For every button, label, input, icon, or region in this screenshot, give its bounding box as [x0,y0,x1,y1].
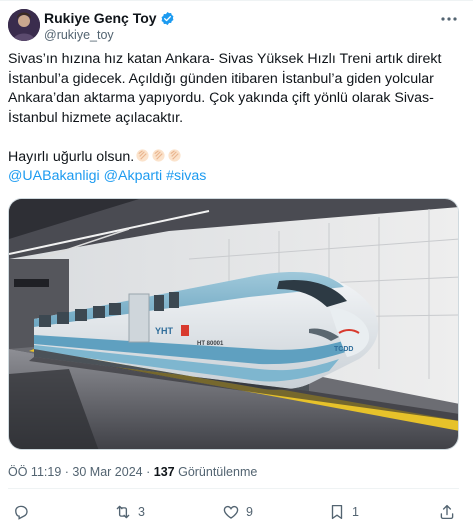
retweet-count: 3 [138,505,145,519]
mention-link[interactable]: @Akparti [104,168,163,184]
tweet-text-line: Sivas’ın hızına hız katan Ankara- Sivas … [8,51,442,67]
clap-emoji-icon [152,148,165,162]
tweet-text-line: İstanbul’a gidecek. Açıldığı günden itib… [8,70,434,87]
tweet-card[interactable]: Rukiye Genç Toy @rukiye_toy Sivas’ın hız… [0,0,473,531]
bookmark-count: 1 [352,505,359,519]
clap-emoji-icon [136,148,149,162]
tweet-media-image[interactable]: YHT HT 80001 TCDD [8,198,459,450]
views-count: 137 [153,465,175,479]
train-yht-label: YHT [155,326,174,336]
divider [8,488,459,489]
heart-icon [223,505,239,519]
retweet-button[interactable]: 3 [114,501,145,523]
reply-icon [15,505,28,520]
mention-link[interactable]: @UABakanligi [8,168,100,184]
retweet-icon [116,505,130,519]
share-icon [440,504,454,520]
tweet-text-line: Ankara’dan aktarma yapıyordu. Çok yakınd… [8,90,434,106]
bookmark-icon [331,504,343,520]
tweet-text-line: Hayırlı uğurlu olsun. [8,148,458,168]
more-options-icon[interactable] [439,10,459,28]
hashtag-link[interactable]: #sivas [166,168,206,184]
author-name[interactable]: Rukiye Genç Toy [44,10,157,26]
tweet-text-line: İstanbul hizmete açılacaktır. [8,109,184,126]
action-bar: 3 9 1 [0,501,473,525]
train-number-label: HT 80001 [197,341,224,347]
tweet-time[interactable]: ÖÖ 11:19 [8,465,61,479]
reply-button[interactable] [12,501,30,523]
author-handle[interactable]: @rukiye_toy [44,28,114,42]
tweet-meta: ÖÖ 11:19 · 30 Mar 2024 · 137 Görüntülenm… [8,465,257,479]
bookmark-button[interactable]: 1 [328,501,359,523]
like-count: 9 [246,505,253,519]
tweet-closing-text: Hayırlı uğurlu olsun. [8,148,135,165]
tweet-date[interactable]: 30 Mar 2024 [72,465,142,479]
avatar[interactable] [8,9,40,41]
like-button[interactable]: 9 [222,501,253,523]
author-name-row[interactable]: Rukiye Genç Toy [44,10,175,26]
verified-badge-icon [161,11,173,25]
meta-separator: · [64,465,69,479]
share-button[interactable] [438,501,456,523]
views-label: Görüntülenme [178,465,258,479]
train-brand-label: TCDD [334,346,353,353]
tweet-text: Sivas’ın hızına hız katan Ankara- Sivas … [8,50,458,187]
meta-separator: · [146,465,151,479]
tag-line: @UABakanligi @Akparti #sivas [8,167,458,187]
clap-emoji-icon [168,148,181,162]
